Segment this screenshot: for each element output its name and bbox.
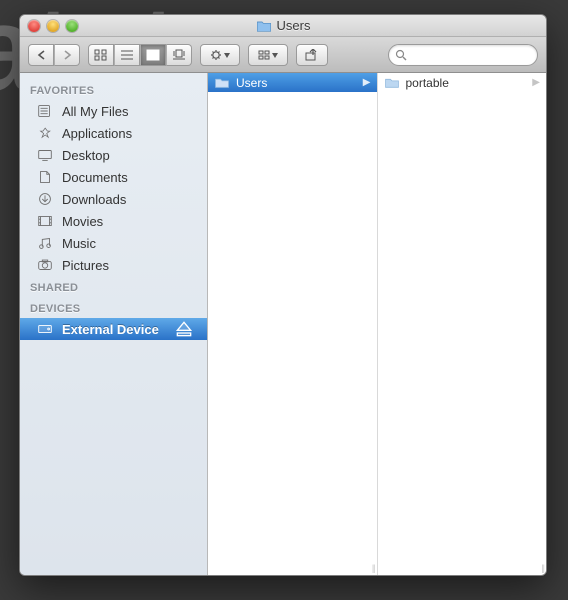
share-icon (304, 49, 320, 61)
movies-icon (36, 213, 54, 229)
folder-row-portable[interactable]: portable ▶ (378, 73, 547, 92)
sidebar-item-downloads[interactable]: Downloads (20, 188, 207, 210)
sidebar-item-label: Pictures (62, 258, 109, 273)
pictures-icon (36, 257, 54, 273)
coverflow-icon (172, 49, 186, 61)
column-view: Users ▶ || portable ▶ || (208, 73, 546, 575)
share-button[interactable] (296, 44, 328, 66)
list-icon (120, 49, 134, 61)
finder-window: Users (19, 14, 547, 576)
columns-icon (146, 49, 160, 61)
view-icons-button[interactable] (88, 44, 114, 66)
folder-label: Users (236, 76, 267, 90)
sidebar-item-label: Music (62, 236, 96, 251)
column-resize-handle[interactable]: || (372, 563, 375, 573)
back-button[interactable] (28, 44, 54, 66)
traffic-lights (28, 20, 78, 32)
window-title: Users (20, 18, 546, 33)
all-my-files-icon (36, 103, 54, 119)
sidebar-item-music[interactable]: Music (20, 232, 207, 254)
downloads-icon (36, 191, 54, 207)
desktop-icon (36, 147, 54, 163)
search-input[interactable] (411, 49, 531, 61)
view-mode-group (88, 44, 192, 66)
sidebar-item-applications[interactable]: Applications (20, 122, 207, 144)
music-icon (36, 235, 54, 251)
sidebar-item-label: External Device (62, 322, 159, 337)
sidebar-item-label: All My Files (62, 104, 128, 119)
folder-label: portable (406, 76, 449, 90)
arrange-group (248, 44, 288, 66)
chevron-right-icon: ▶ (532, 77, 540, 88)
grid-icon (94, 49, 108, 61)
window-title-text: Users (277, 18, 311, 33)
window-body: FAVORITES All My Files Applications Desk… (20, 73, 546, 575)
column-1[interactable]: Users ▶ || (208, 73, 378, 575)
folder-row-users[interactable]: Users ▶ (208, 73, 377, 92)
arrange-menu-button[interactable] (248, 44, 288, 66)
action-menu-button[interactable] (200, 44, 240, 66)
sidebar-item-label: Applications (62, 126, 132, 141)
external-drive-icon (36, 321, 54, 337)
nav-group (28, 44, 80, 66)
sidebar-item-desktop[interactable]: Desktop (20, 144, 207, 166)
sidebar-heading-devices[interactable]: DEVICES (20, 297, 207, 318)
arrange-icon (257, 49, 279, 61)
titlebar[interactable]: Users (20, 15, 546, 37)
sidebar: FAVORITES All My Files Applications Desk… (20, 73, 208, 575)
forward-button[interactable] (54, 44, 80, 66)
folder-icon (384, 76, 400, 89)
sidebar-item-external-device[interactable]: External Device (20, 318, 207, 340)
applications-icon (36, 125, 54, 141)
view-list-button[interactable] (114, 44, 140, 66)
sidebar-heading-favorites[interactable]: FAVORITES (20, 79, 207, 100)
action-group (200, 44, 240, 66)
sidebar-item-documents[interactable]: Documents (20, 166, 207, 188)
sidebar-item-label: Movies (62, 214, 103, 229)
sidebar-item-movies[interactable]: Movies (20, 210, 207, 232)
sidebar-item-label: Downloads (62, 192, 126, 207)
minimize-button[interactable] (47, 20, 59, 32)
sidebar-item-all-my-files[interactable]: All My Files (20, 100, 207, 122)
search-field[interactable] (388, 44, 538, 66)
view-columns-button[interactable] (140, 44, 166, 66)
view-coverflow-button[interactable] (166, 44, 192, 66)
zoom-button[interactable] (66, 20, 78, 32)
documents-icon (36, 169, 54, 185)
sidebar-item-label: Desktop (62, 148, 110, 163)
chevron-right-icon: ▶ (363, 77, 371, 88)
share-group (296, 44, 328, 66)
folder-icon (256, 19, 272, 33)
chevron-left-icon (37, 50, 46, 60)
sidebar-heading-shared[interactable]: SHARED (20, 276, 207, 297)
search-icon (395, 49, 407, 61)
chevron-right-icon (63, 50, 72, 60)
close-button[interactable] (28, 20, 40, 32)
sidebar-item-pictures[interactable]: Pictures (20, 254, 207, 276)
eject-icon[interactable] (175, 321, 193, 337)
gear-icon (209, 49, 231, 61)
sidebar-item-label: Documents (62, 170, 128, 185)
toolbar (20, 37, 546, 73)
folder-icon (214, 76, 230, 89)
column-2[interactable]: portable ▶ || (378, 73, 547, 575)
column-resize-handle[interactable]: || (541, 563, 544, 573)
